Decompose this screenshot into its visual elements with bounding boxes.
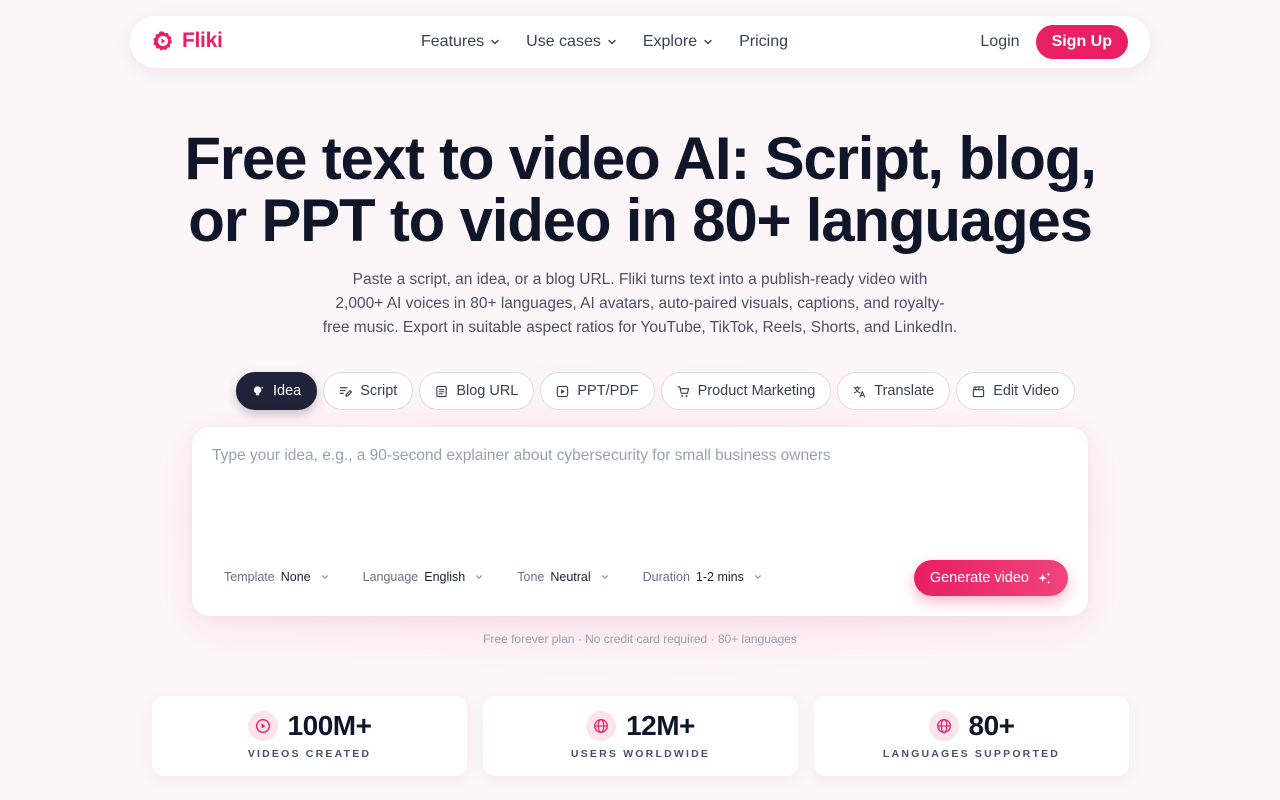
option-key: Language [362,570,419,584]
script-edit-icon [340,386,353,397]
chevron-down-icon [491,39,499,45]
nav-item-pricing[interactable]: Pricing [739,33,788,51]
document-icon [436,385,448,397]
chevron-down-icon [476,575,483,579]
tab-idea[interactable]: Idea [236,372,318,410]
tab-script[interactable]: Script [323,372,414,410]
lightbulb-icon [253,385,264,395]
stat-value: 80+ [968,710,1016,741]
tab-label: Script [360,383,398,399]
translate-icon [853,385,866,398]
tab-label: Translate [874,383,935,399]
nav-item-use-cases[interactable]: Use cases [526,33,617,51]
tab-label: Blog URL [456,383,519,399]
signup-button[interactable]: Sign Up [1035,25,1128,59]
hero-title-line-1: Free text to video AI: Script, blog, [184,125,1097,192]
stat-top: 100M+ [247,710,372,742]
tab-label: Idea [273,383,302,399]
stat-card-languages: 80+ LANGUAGES SUPPORTED [814,696,1129,776]
input-mode-tabs: Idea Script Blog URL PPT/PDF Product Mar… [236,372,1076,410]
option-key: Template [224,570,275,584]
tab-blog-url[interactable]: Blog URL [419,372,535,410]
tab-translate[interactable]: Translate [837,372,951,410]
nav-actions: Login Sign Up [980,16,1128,68]
idea-input[interactable] [212,447,1068,547]
stats-row: 100M+ VIDEOS CREATED 12M+ USERS WORLDWID… [152,696,1129,776]
hero-subtitle-line-2: 2,000+ AI voices in 80+ languages, AI av… [335,295,945,312]
duration-select[interactable]: Duration 1-2 mins [643,570,762,584]
option-key: Duration [642,570,690,584]
tab-edit-video[interactable]: Edit Video [956,372,1076,410]
play-box-icon [557,385,569,397]
hero-subtitle: Paste a script, an idea, or a blog URL. … [310,268,970,340]
option-value: Neutral [550,570,591,584]
chevron-down-icon [608,39,616,45]
tone-select[interactable]: Tone Neutral [517,570,608,584]
stat-label: VIDEOS CREATED [247,748,372,760]
chevron-down-icon [704,39,712,45]
brand-name: Fliki [182,29,223,52]
nav-item-label: Pricing [739,33,788,50]
nav-item-explore[interactable]: Explore [643,33,713,51]
hero-subtitle-line-3: free music. Export in suitable aspect ra… [322,319,958,336]
top-navbar: Fliki Features Use cases Explore Pricing… [130,16,1150,68]
option-value: 1-2 mins [695,570,744,584]
idea-composer-card: Template None Language English Tone Neut… [192,427,1088,616]
sparkle-icon [1038,571,1051,584]
hero-subtitle-line-1: Paste a script, an idea, or a blog URL. … [352,271,928,288]
stat-value: 12M+ [626,710,695,741]
chevron-down-icon [754,575,761,579]
language-select[interactable]: Language English [363,570,484,584]
stat-top: 80+ [928,710,1016,742]
logo-link[interactable]: Fliki [152,29,223,53]
generate-video-button[interactable]: Generate video [913,560,1068,596]
stat-card-videos: 100M+ VIDEOS CREATED [152,696,467,776]
tab-product-marketing[interactable]: Product Marketing [660,372,832,410]
globe-icon [928,711,959,741]
fine-print: Free forever plan · No credit card requi… [483,632,797,646]
stat-label: LANGUAGES SUPPORTED [882,748,1061,760]
hero-title: Free text to video AI: Script, blog, or … [100,128,1180,252]
nav-item-features[interactable]: Features [421,33,500,51]
stat-top: 12M+ [586,710,695,742]
hero-title-line-2: or PPT to video in 80+ languages [188,187,1093,254]
nav-item-label: Use cases [526,33,601,50]
tab-label: Product Marketing [697,383,816,399]
option-key: Tone [517,570,545,584]
option-value: English [424,570,466,584]
login-link[interactable]: Login [980,33,1019,51]
clapperboard-icon [973,385,985,397]
chevron-down-icon [321,575,328,579]
tab-label: PPT/PDF [577,383,639,399]
stat-label: USERS WORLDWIDE [570,748,711,760]
chevron-down-icon [601,575,608,579]
nav-item-label: Features [421,33,485,50]
generate-video-label: Generate video [929,570,1029,586]
play-circle-icon [247,711,278,741]
option-value: None [280,570,311,584]
cart-icon [676,385,689,397]
stat-value: 100M+ [287,710,372,741]
tab-ppt-pdf[interactable]: PPT/PDF [540,372,655,410]
composer-options: Template None Language English Tone Neut… [224,570,796,584]
nav-item-label: Explore [642,33,698,50]
stat-card-users: 12M+ USERS WORLDWIDE [483,696,798,776]
main-menu: Features Use cases Explore Pricing [421,16,788,68]
fliki-logo-icon [153,31,173,51]
globe-icon [586,711,617,741]
tab-label: Edit Video [993,383,1060,399]
template-select[interactable]: Template None [224,570,329,584]
